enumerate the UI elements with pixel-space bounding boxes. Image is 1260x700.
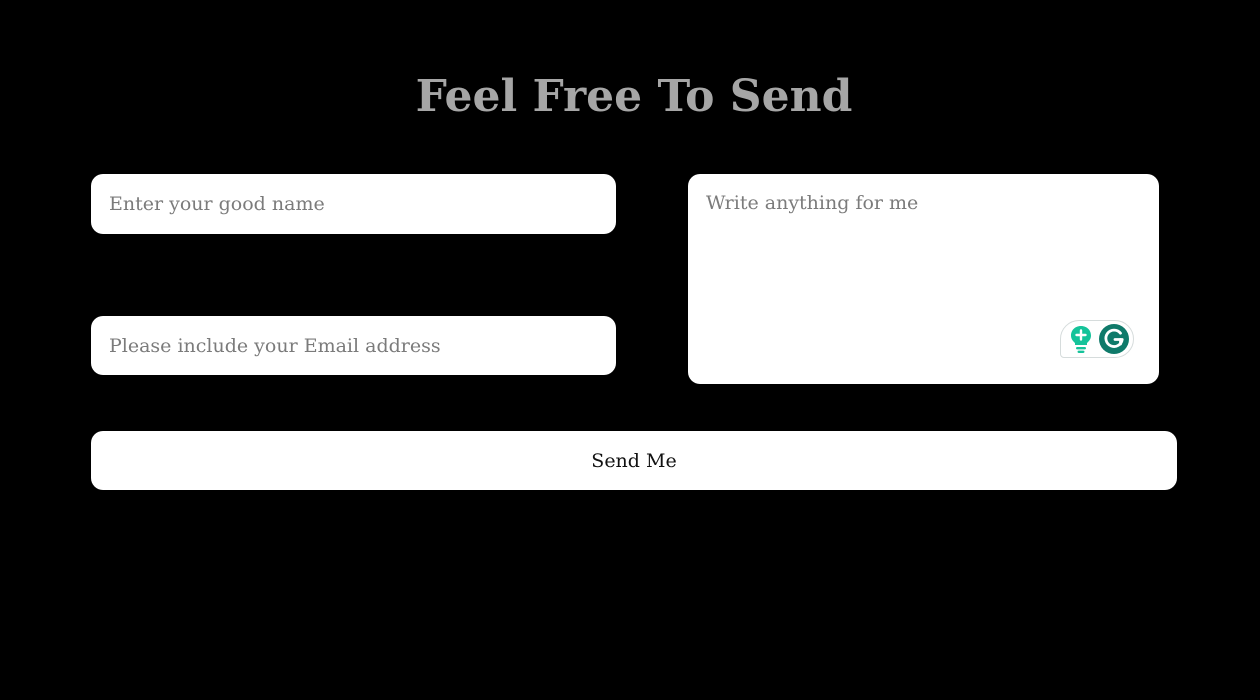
email-input[interactable] [91,316,616,375]
lightbulb-icon[interactable] [1065,323,1097,355]
grammarly-icon[interactable] [1098,323,1130,355]
message-box [688,174,1159,384]
send-button[interactable]: Send Me [91,431,1177,490]
writing-assistant-widget [1060,320,1134,358]
name-input[interactable] [91,174,616,234]
page-title: Feel Free To Send [415,71,853,122]
